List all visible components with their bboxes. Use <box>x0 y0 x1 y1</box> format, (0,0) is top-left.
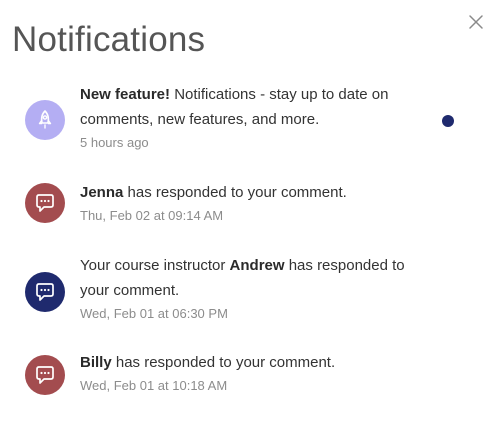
close-button[interactable] <box>466 12 486 32</box>
chat-bubble-icon <box>33 191 57 215</box>
notifications-panel: Notifications New feature! Notifications… <box>0 0 500 421</box>
chat-bubble-icon <box>33 363 57 387</box>
notification-message: Jenna has responded to your comment. <box>80 184 347 201</box>
rocket-icon <box>34 109 56 131</box>
close-icon <box>466 12 486 32</box>
comment-avatar <box>25 355 65 395</box>
notification-body: Billy has responded to your comment. Wed… <box>80 350 430 396</box>
notification-message: Billy has responded to your comment. <box>80 354 336 371</box>
notification-time: Wed, Feb 01 at 10:18 AM <box>80 378 228 393</box>
comment-avatar <box>25 183 65 223</box>
chat-bubble-icon <box>33 280 57 304</box>
unread-indicator <box>442 115 454 127</box>
notification-body: Jenna has responded to your comment. Thu… <box>80 180 430 226</box>
notification-body: New feature! Notifications - stay up to … <box>80 82 430 153</box>
notification-time: Thu, Feb 02 at 09:14 AM <box>80 208 224 223</box>
notification-message: New feature! Notifications - stay up to … <box>80 86 389 128</box>
feature-avatar <box>25 100 65 140</box>
notification-time: 5 hours ago <box>80 135 149 150</box>
page-title: Notifications <box>12 20 206 59</box>
notification-body: Your course instructor Andrew has respon… <box>80 253 430 324</box>
notification-time: Wed, Feb 01 at 06:30 PM <box>80 306 228 321</box>
notification-message: Your course instructor Andrew has respon… <box>80 257 405 299</box>
comment-avatar <box>25 272 65 312</box>
